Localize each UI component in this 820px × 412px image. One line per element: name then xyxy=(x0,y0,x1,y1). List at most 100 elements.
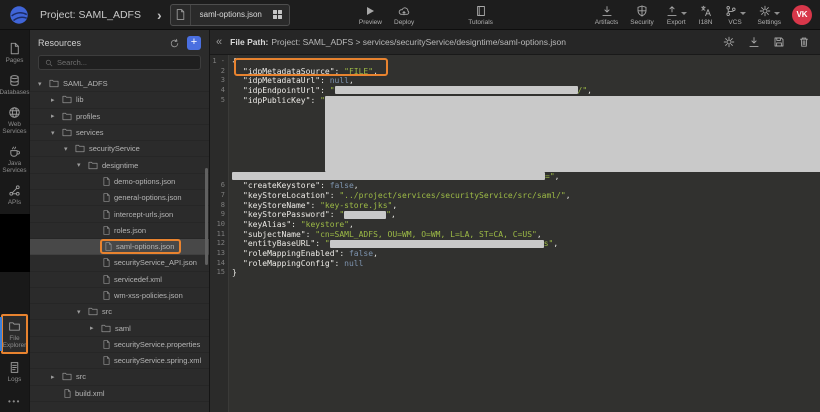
redacted-value xyxy=(330,240,544,248)
user-avatar[interactable]: VK xyxy=(792,5,812,25)
tree-file-saml-options-json[interactable]: saml-options.json xyxy=(30,239,209,255)
app-logo-icon[interactable] xyxy=(8,4,30,26)
chevron-down-icon[interactable]: ▾ xyxy=(77,161,88,169)
tree-file-securityservice-properties[interactable]: securityService.properties xyxy=(30,337,209,353)
i18n-button[interactable]: I18N xyxy=(694,4,718,26)
code-line-2[interactable]: 2"idpMetadataSource": "FILE", xyxy=(210,67,820,77)
chevron-right-icon[interactable]: ▸ xyxy=(51,373,62,381)
file-icon xyxy=(105,242,116,251)
export-button[interactable]: Export xyxy=(661,4,692,26)
line-number: 2 xyxy=(210,67,225,77)
chevron-right-icon[interactable]: ▸ xyxy=(90,324,101,332)
save-file-icon[interactable] xyxy=(773,36,785,48)
code-line-8[interactable]: 8"keyStoreName": "key-store.jks", xyxy=(210,201,820,211)
project-label: Project: SAML_ADFS xyxy=(40,9,141,21)
left-nav-top-group: Pages Databases Web Services Java Services A… xyxy=(0,38,29,212)
tree-file-servicedef-xml[interactable]: servicedef.xml xyxy=(30,272,209,288)
tree-folder-profiles[interactable]: ▸profiles xyxy=(30,109,209,125)
code-editor[interactable]: 1 -{2"idpMetadataSource": "FILE",3"idpMe… xyxy=(210,55,820,412)
book-icon xyxy=(475,5,487,17)
chevron-right-icon[interactable]: ▸ xyxy=(51,96,62,104)
code-line-11[interactable]: 11"subjectName": "cn=SAML_ADFS, OU=WM, O… xyxy=(210,230,820,240)
resource-search[interactable] xyxy=(38,55,201,70)
code-line-4[interactable]: 4"idpEndpointUrl": "/", xyxy=(210,86,820,96)
sidebar-item-pages[interactable]: Pages xyxy=(0,38,29,67)
grid-view-icon[interactable] xyxy=(273,10,282,19)
code-line-7[interactable]: 7"keyStoreLocation": "../project/service… xyxy=(210,191,820,201)
chevron-right-icon[interactable]: ▸ xyxy=(51,112,62,120)
tree-file-general-options-json[interactable]: general-options.json xyxy=(30,190,209,206)
sidebar-item-databases[interactable]: Databases xyxy=(0,70,29,99)
code-line-5[interactable]: 5"idpPublicKey": "=", xyxy=(210,96,820,182)
chevron-down-icon[interactable]: ▾ xyxy=(51,129,62,137)
search-icon xyxy=(45,59,53,67)
code-line-9[interactable]: 9"keyStorePassword": "", xyxy=(210,210,820,220)
tree-folder-src[interactable]: ▸src xyxy=(30,369,209,385)
search-input[interactable] xyxy=(57,58,194,67)
tree-file-intercept-urls-json[interactable]: intercept-urls.json xyxy=(30,206,209,222)
refresh-icon[interactable] xyxy=(169,38,180,49)
tree-file-securityservice-spring-xml[interactable]: securityService.spring.xml xyxy=(30,353,209,369)
tree-scrollbar[interactable] xyxy=(205,168,208,265)
tree-folder-lib[interactable]: ▸lib xyxy=(30,92,209,108)
tree-folder-designtime[interactable]: ▾designtime xyxy=(30,157,209,173)
security-label: Security xyxy=(630,19,653,26)
tree-file-wm-xss-policies-json[interactable]: wm-xss-policies.json xyxy=(30,288,209,304)
tree-item-label: securityService xyxy=(89,144,140,153)
security-button[interactable]: Security xyxy=(625,4,658,26)
chevron-down-icon[interactable]: ▾ xyxy=(77,308,88,316)
sidebar-item-file-explorer[interactable]: File Explorer xyxy=(1,314,28,354)
settings-button[interactable]: Settings xyxy=(753,4,787,26)
code-line-6[interactable]: 6"createKeystore": false, xyxy=(210,181,820,191)
settings-gear-icon[interactable] xyxy=(723,36,735,48)
code-line-12[interactable]: 12"entityBaseURL": "s", xyxy=(210,239,820,249)
file-path-label: File Path: xyxy=(230,37,268,47)
left-nav-rail: Pages Databases Web Services Java Services A… xyxy=(0,30,30,412)
chevron-down-icon[interactable]: ▾ xyxy=(38,80,49,88)
add-resource-button[interactable]: + xyxy=(187,36,201,50)
chevron-down-icon[interactable]: ▾ xyxy=(64,145,75,153)
code-line-1[interactable]: 1 -{ xyxy=(210,57,820,67)
code-line-14[interactable]: 14"roleMappingConfig": null xyxy=(210,259,820,269)
sidebar-item-label: Pages xyxy=(6,57,24,64)
tree-folder-securityservice[interactable]: ▾ securityService xyxy=(30,141,209,157)
tree-file-demo-options-json[interactable]: demo-options.json xyxy=(30,174,209,190)
sidebar-item-apis[interactable]: APIs xyxy=(0,180,29,209)
tree-item-label: securityService.spring.xml xyxy=(114,356,201,365)
artifacts-button[interactable]: Artifacts xyxy=(590,4,623,26)
line-number: 12 xyxy=(210,239,225,249)
line-number: 6 xyxy=(210,181,225,191)
line-number: 7 xyxy=(210,191,225,201)
breadcrumb-chevron-icon[interactable]: › xyxy=(157,8,162,22)
preview-button[interactable]: Preview xyxy=(354,4,387,26)
tree-item-label: wm-xss-policies.json xyxy=(114,291,183,300)
file-icon xyxy=(64,389,75,398)
code-line-15[interactable]: 15} xyxy=(210,268,820,278)
code-line-13[interactable]: 13"roleMappingEnabled": false, xyxy=(210,249,820,259)
sidebar-item-logs[interactable]: Logs xyxy=(0,357,29,386)
download-file-icon[interactable] xyxy=(748,36,760,48)
tree-file-roles-json[interactable]: roles.json xyxy=(30,223,209,239)
more-options-icon[interactable]: ••• xyxy=(0,389,29,412)
delete-file-icon[interactable] xyxy=(798,36,810,48)
branch-icon xyxy=(725,5,737,17)
folder-icon xyxy=(88,307,102,316)
tree-folder-src[interactable]: ▾src xyxy=(30,304,209,320)
code-line-3[interactable]: 3"idpMetadataUrl": null, xyxy=(210,76,820,86)
tree-folder-saml-adfs[interactable]: ▾SAML_ADFS xyxy=(30,76,209,92)
open-file-tab[interactable]: saml-options.json xyxy=(170,4,290,26)
deploy-button[interactable]: Deploy xyxy=(389,4,419,26)
sidebar-item-web-services[interactable]: Web Services xyxy=(0,102,29,138)
tree-folder-services[interactable]: ▾services xyxy=(30,125,209,141)
file-path-text: File Path:Project: SAML_ADFS > services/… xyxy=(230,37,715,47)
collapse-panel-icon[interactable]: « xyxy=(216,37,222,48)
sidebar-item-java-services[interactable]: Java Services xyxy=(0,141,29,177)
tree-folder-saml[interactable]: ▸saml xyxy=(30,320,209,336)
tree-file-build-xml[interactable]: build.xml xyxy=(30,386,209,402)
sidebar-item-label: APIs xyxy=(8,199,21,206)
vcs-button[interactable]: VCS xyxy=(720,4,751,26)
code-line-10[interactable]: 10"keyAlias": "keystore", xyxy=(210,220,820,230)
line-number: 5 xyxy=(210,96,225,106)
tutorials-button[interactable]: Tutorials xyxy=(463,4,498,26)
tree-file-securityservice-api-json[interactable]: securityService_API.json xyxy=(30,255,209,271)
